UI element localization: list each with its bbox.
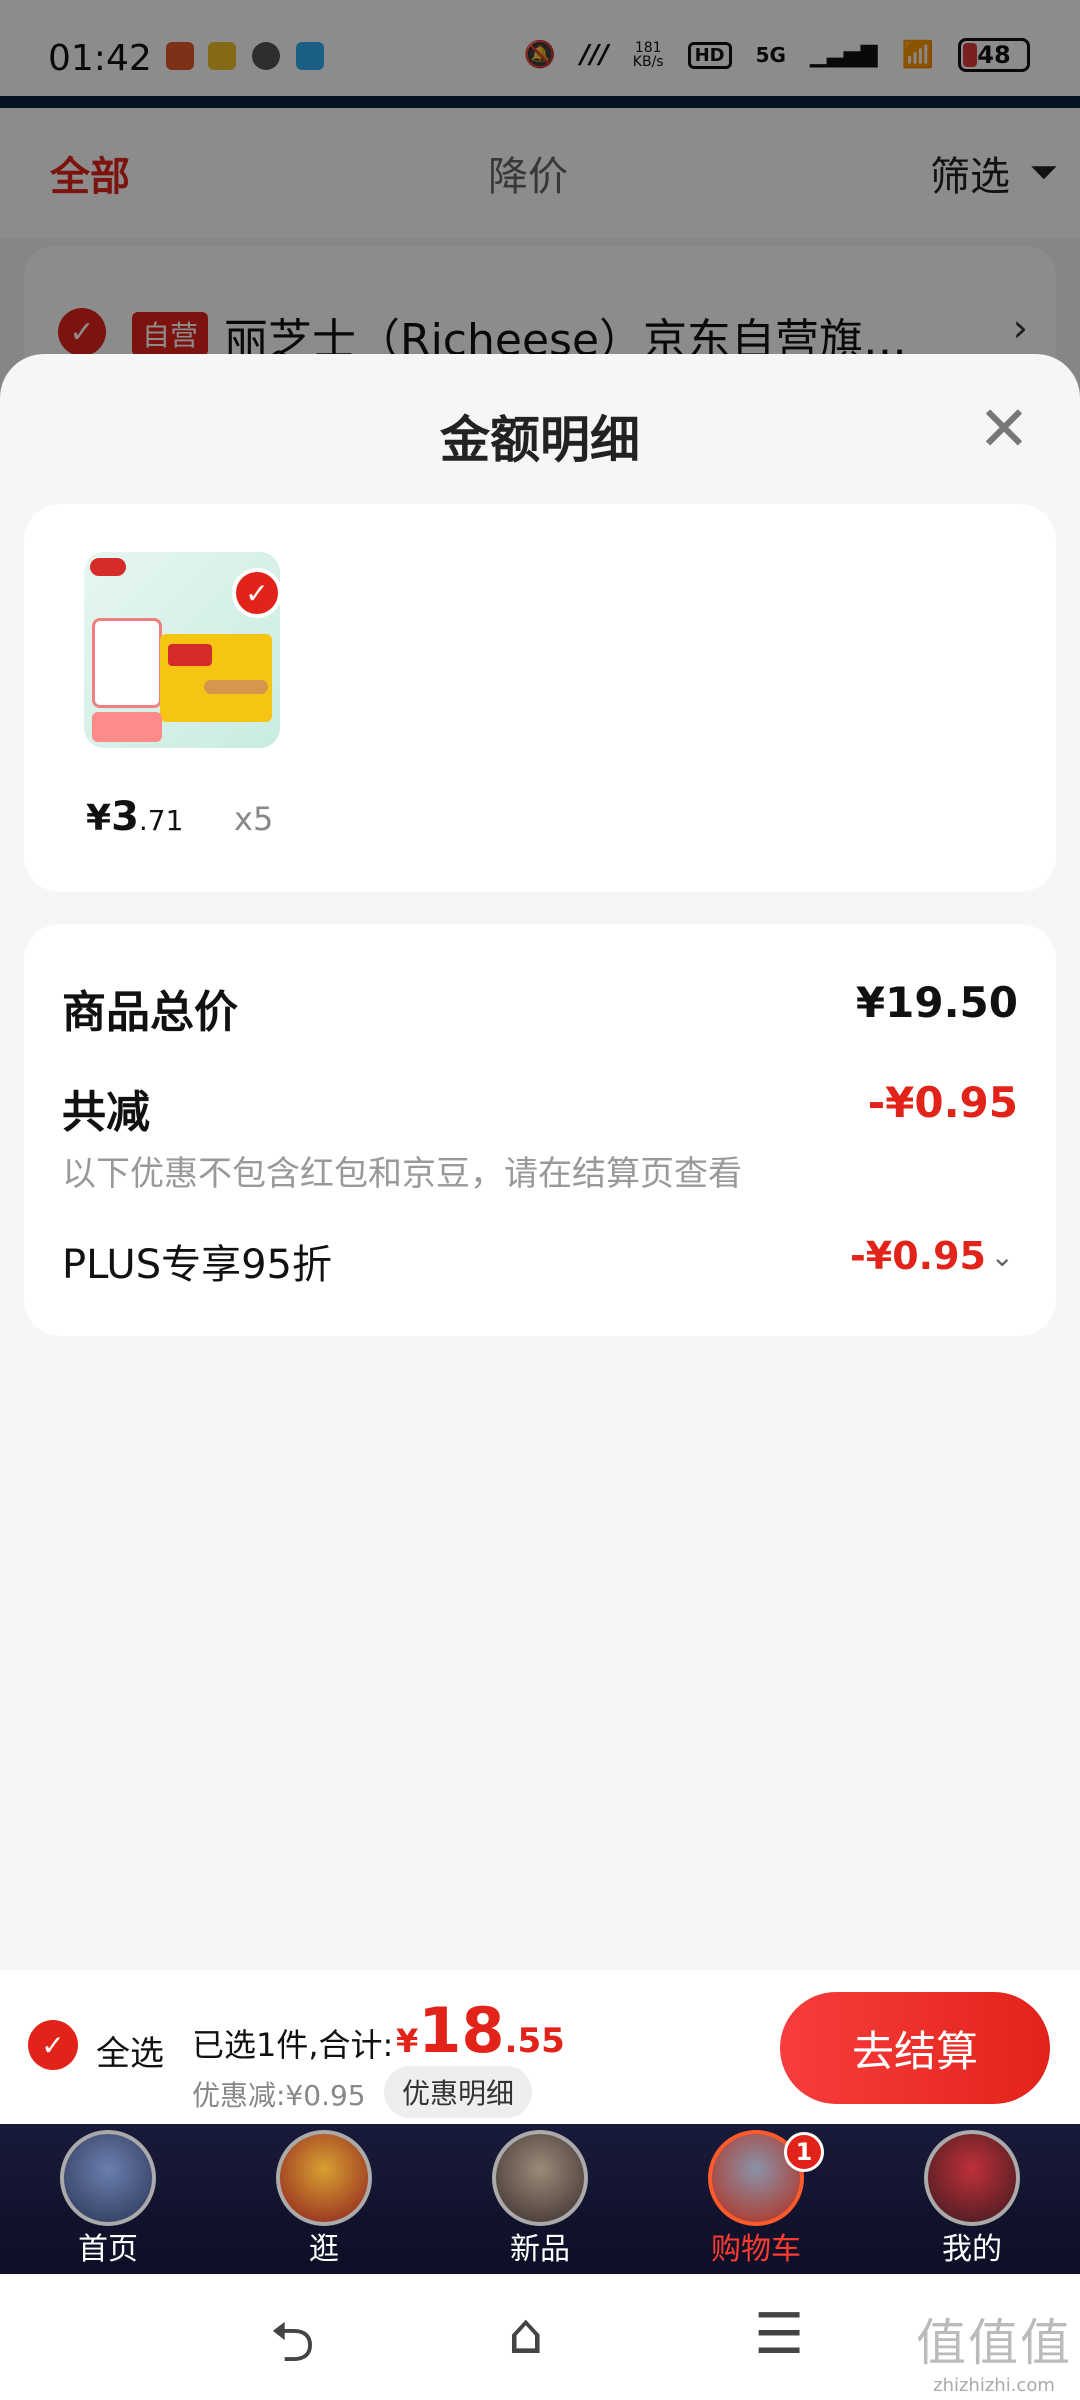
bottom-tab-bar: 首页 逛 新品 1 购物车 我的 — [0, 2124, 1080, 2274]
hero-avatar-icon — [60, 2130, 156, 2226]
total-amount: ¥18.55 — [396, 1994, 565, 2067]
system-nav-bar: ⮌ ⌂ ☰ 值值值 zhizhizhi.com — [0, 2274, 1080, 2400]
plus-discount-label: PLUS专享95折 — [62, 1242, 332, 1288]
checkout-button[interactable]: 去结算 — [780, 1992, 1050, 2104]
discount-detail-button[interactable]: 优惠明细 — [384, 2066, 533, 2118]
price-summary-card: 商品总价 ¥19.50 共减 -¥0.95 以下优惠不包含红包和京豆，请在结算页… — [24, 924, 1056, 1336]
reduce-value: -¥0.95 — [867, 1078, 1018, 1127]
plus-discount-value[interactable]: -¥0.95 — [850, 1234, 986, 1278]
back-icon[interactable]: ⮌ — [270, 2302, 315, 2397]
unit-price: ¥3.71 — [86, 794, 184, 840]
selected-count: 已选1件,合计: — [192, 2026, 394, 2064]
product-pack-label — [168, 644, 212, 666]
total-price-value: ¥19.50 — [855, 978, 1018, 1027]
sheet-title: 金额明细 — [440, 411, 640, 469]
reduce-label: 共减 — [62, 1087, 150, 1138]
chevron-down-icon[interactable]: ⌄ — [991, 1240, 1014, 1273]
promo-badge — [92, 618, 162, 708]
cart-count-badge: 1 — [784, 2132, 824, 2172]
tab-new[interactable]: 新品 — [450, 2124, 630, 2274]
goods-card: ✓ ¥3.71 x5 — [24, 504, 1056, 892]
menu-icon[interactable]: ☰ — [754, 2302, 804, 2367]
tab-home[interactable]: 首页 — [18, 2124, 198, 2274]
select-all-label[interactable]: 全选 — [96, 2026, 164, 2075]
checkout-bar: ✓ 全选 已选1件,合计: ¥18.55 优惠减:¥0.95 优惠明细 去结算 — [0, 1970, 1080, 2124]
hero-avatar-icon — [276, 2130, 372, 2226]
hero-avatar-icon — [492, 2130, 588, 2226]
total-price-label: 商品总价 — [62, 987, 238, 1038]
amount-detail-sheet: 金额明细 ✕ ✓ ¥3.71 x5 商品总价 ¥19.50 共减 -¥0.95 … — [0, 354, 1080, 1970]
quantity: x5 — [234, 800, 274, 838]
watermark: 值值值 zhizhizhi.com — [916, 2314, 1072, 2396]
promo-tag — [92, 712, 162, 742]
tab-browse[interactable]: 逛 — [234, 2124, 414, 2274]
product-check-icon: ✓ — [232, 568, 282, 618]
select-all-checkbox[interactable]: ✓ — [28, 2020, 78, 2070]
wafer-stick — [204, 680, 268, 694]
close-icon[interactable]: ✕ — [978, 398, 1030, 460]
reduce-note: 以下优惠不包含红包和京豆，请在结算页查看 — [62, 1154, 742, 1194]
discount-amount: 优惠减:¥0.95 — [192, 2079, 366, 2112]
tab-mine[interactable]: 我的 — [882, 2124, 1062, 2274]
hero-avatar-icon — [924, 2130, 1020, 2226]
brand-logo — [90, 558, 126, 576]
tab-cart[interactable]: 1 购物车 — [666, 2124, 846, 2274]
home-icon[interactable]: ⌂ — [508, 2302, 544, 2367]
